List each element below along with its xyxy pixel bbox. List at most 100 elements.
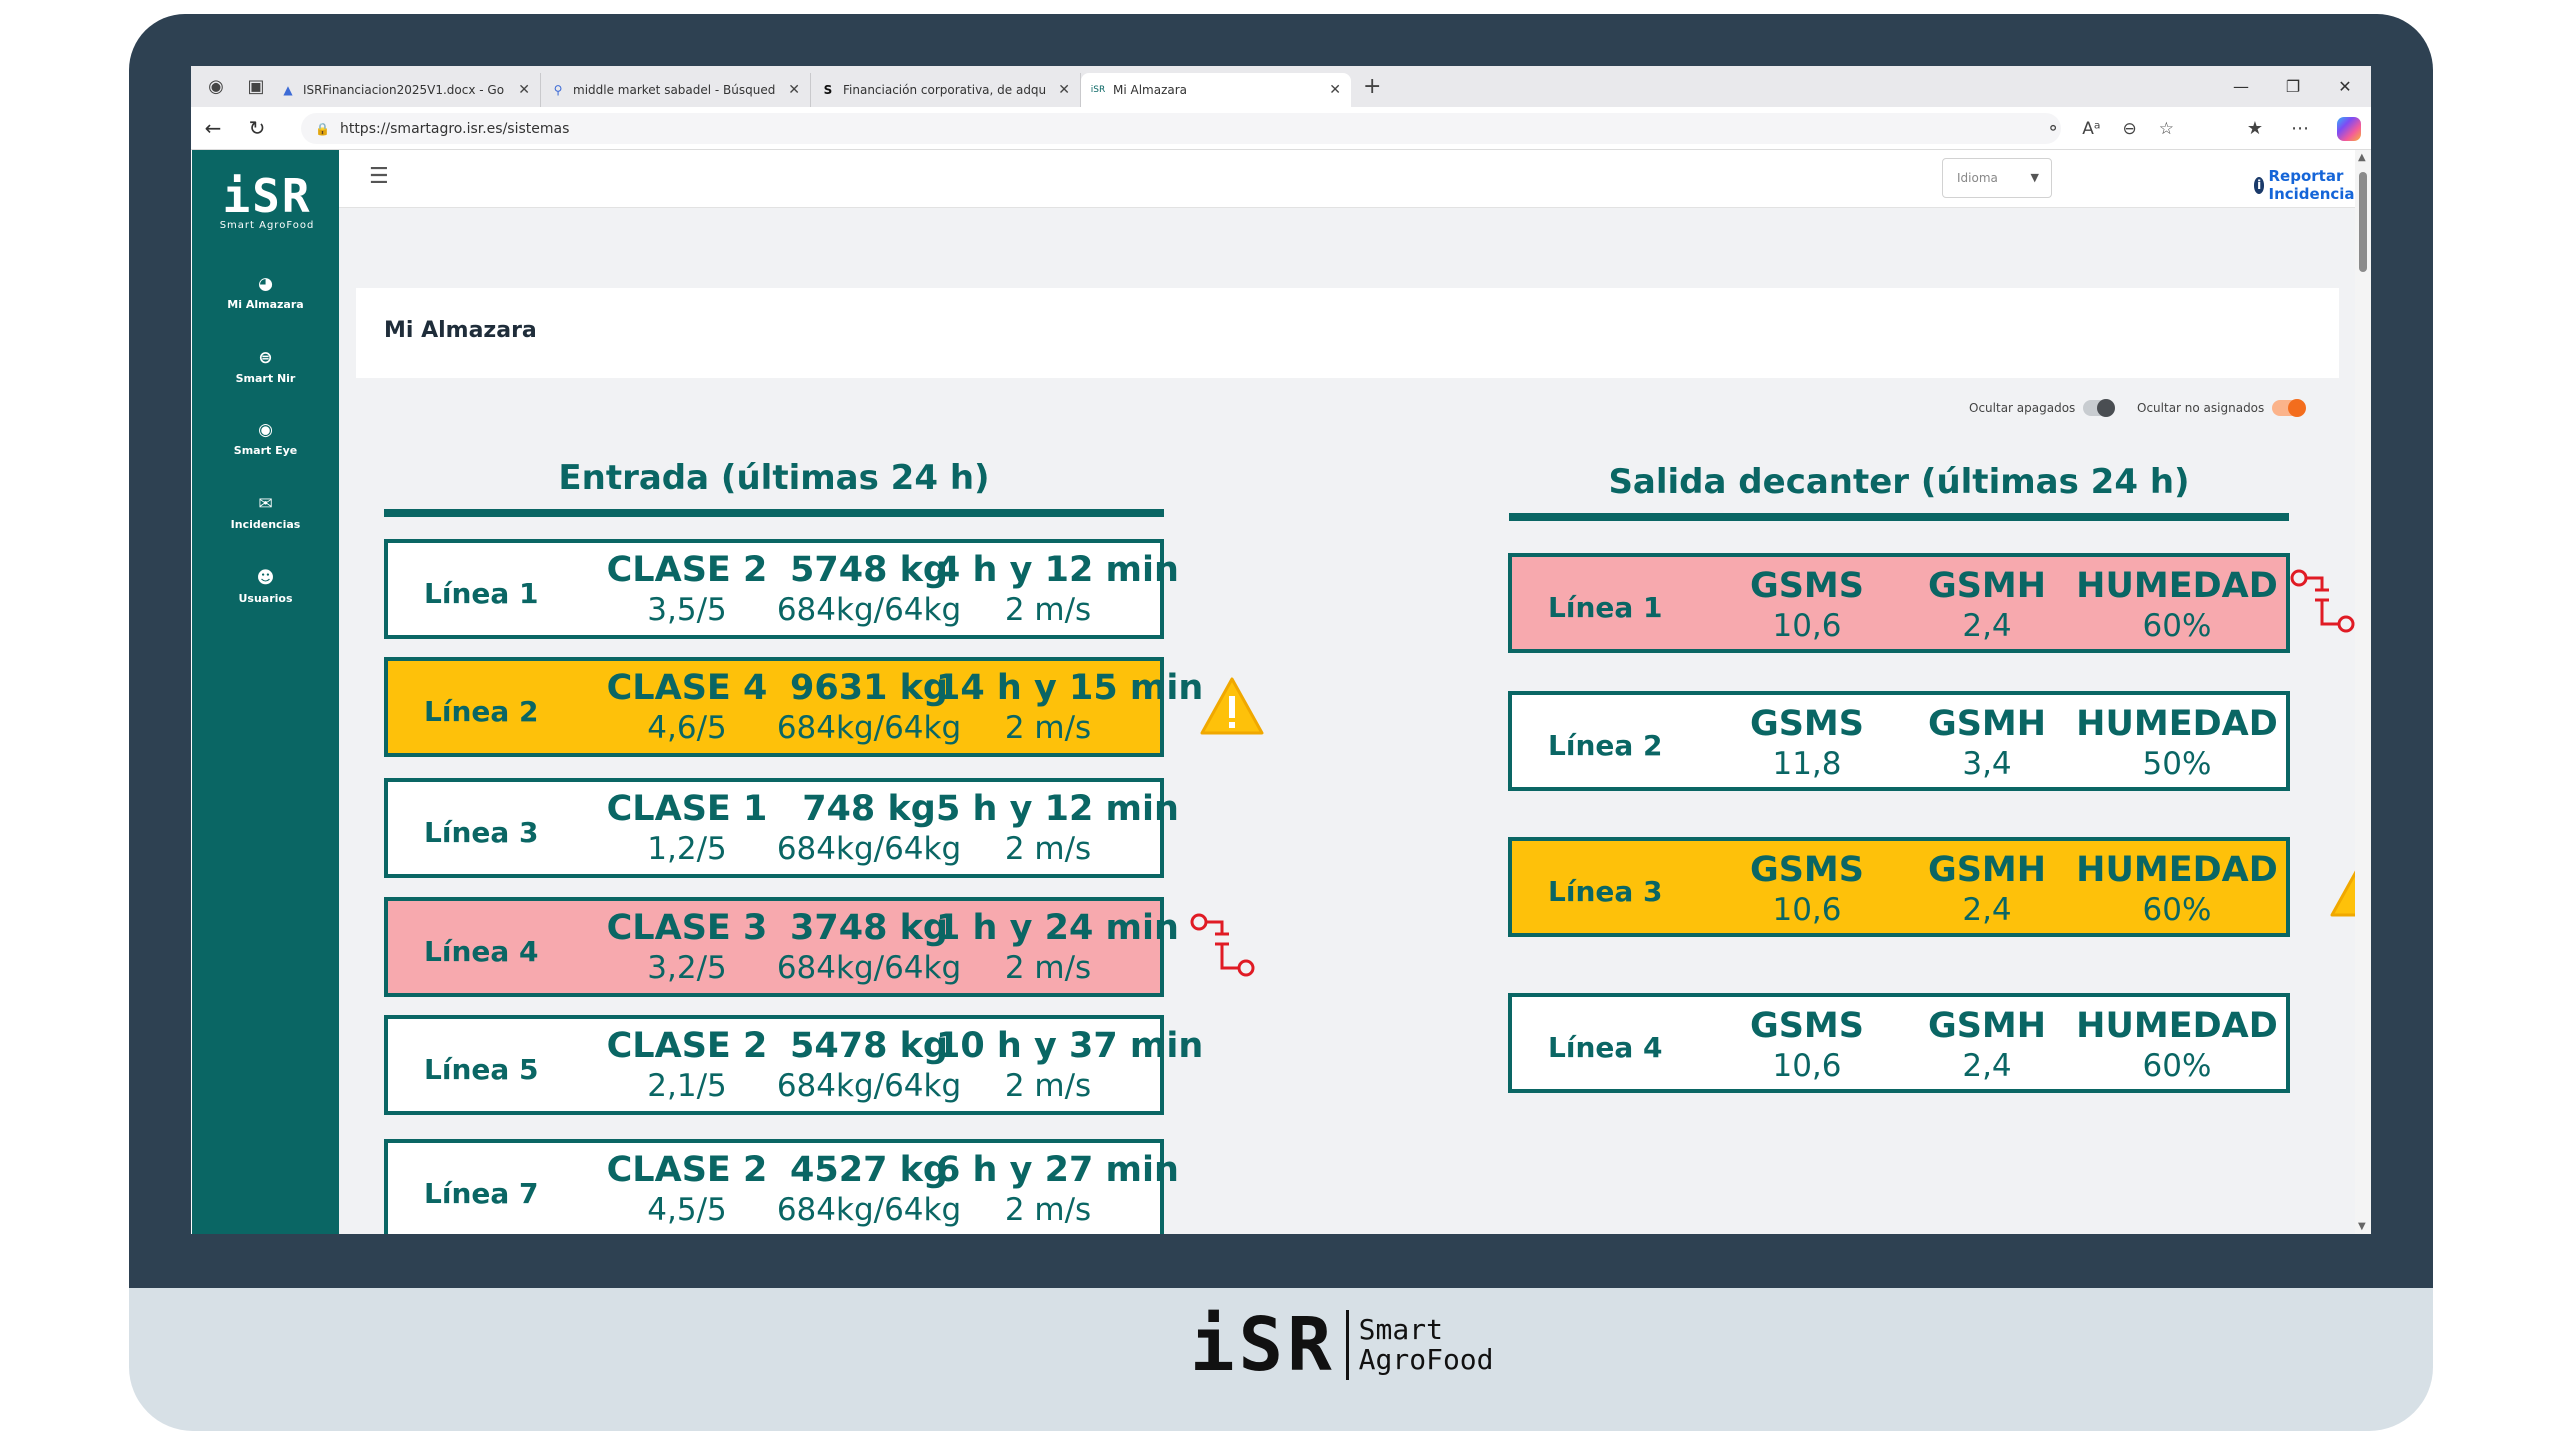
entrada-row[interactable]: Línea 7 CLASE 2 4,5/5 4527 kg 684kg/64kg 6… [384, 1139, 1179, 1234]
report-incident-link[interactable]: i Reportar Incidencia [2254, 167, 2371, 203]
copilot-icon[interactable] [2337, 116, 2361, 141]
scroll-down-icon[interactable]: ▼ [2358, 1221, 2366, 1232]
time-cell: 5 h y 12 min 2 m/s [936, 788, 1179, 868]
sidebar-item-usuarios[interactable]: ☻ Usuarios [192, 568, 339, 605]
browser-tabbar: ◉ ▣ ▲ ISRFinanciacion2025V1.docx - Go ✕ … [191, 66, 2371, 107]
url-field[interactable]: 🔒 https://smartagro.isr.es/sistemas [301, 113, 2061, 144]
gsms-value: 10,6 [1772, 1048, 1842, 1084]
tab-title: ISRFinanciacion2025V1.docx - Go [303, 83, 505, 97]
back-icon[interactable]: ← [191, 116, 235, 140]
gsms-label: GSMS [1750, 566, 1864, 606]
browser-tab-active[interactable]: iSR Mi Almazara ✕ [1081, 73, 1351, 107]
language-select[interactable]: Idioma ▼ [1942, 158, 2052, 198]
salida-row[interactable]: Línea 4 GSMS 10,6 GSMH 2,4 HUMEDAD 60% [1508, 993, 2290, 1093]
entrada-row[interactable]: Línea 1 CLASE 2 3,5/5 5748 kg 684kg/64kg 4… [384, 539, 1179, 639]
page-scrollbar[interactable]: ▲ ▼ [2355, 150, 2371, 1234]
key-icon[interactable]: ⚬ [2046, 119, 2060, 139]
drive-icon: ▲ [283, 83, 293, 97]
new-tab-icon[interactable]: + [1363, 74, 1381, 99]
toggle-knob [2097, 399, 2116, 417]
sidebar-item-mi-almazara[interactable]: ◕ Mi Almazara [192, 274, 339, 311]
salida-row[interactable]: Línea 2 GSMS 11,8 GSMH 3,4 HUMEDAD 50% [1508, 691, 2290, 791]
sidebar-item-smart-eye[interactable]: ◉ Smart Eye [192, 420, 339, 457]
time-value: 14 h y 15 min [936, 668, 1204, 708]
app-logo-mark: iSR [222, 169, 312, 223]
browser-tab[interactable]: ⚲ middle market sabadel - Búsqued ✕ [541, 73, 811, 107]
favorites-icon[interactable]: ★ [2247, 118, 2263, 139]
url-text: https://smartagro.isr.es/sistemas [339, 120, 570, 137]
humedad-cell: HUMEDAD 50% [2072, 703, 2282, 783]
salida-rule [1509, 513, 2289, 521]
close-tab-icon[interactable]: ✕ [518, 82, 530, 98]
read-aloud-icon[interactable]: Aᵃ [2082, 119, 2100, 139]
speed-value: 2 m/s [1004, 831, 1092, 867]
disconnected-icon[interactable] [1189, 910, 1259, 990]
sidebar-item-incidencias[interactable]: ✉ Incidencias [192, 494, 339, 531]
entrada-row[interactable]: Línea 3 CLASE 1 1,2/5 748 kg 684kg/64kg 5 … [384, 778, 1179, 878]
salida-row[interactable]: Línea 1 GSMS 10,6 GSMH 2,4 HUMEDAD 60% [1508, 553, 2290, 653]
app-logo[interactable]: iSR Smart AgroFood [215, 172, 319, 231]
toggle-switch[interactable] [2083, 399, 2116, 417]
more-icon[interactable]: ⋯ [2291, 118, 2309, 139]
profile-icon[interactable]: ◉ [201, 72, 231, 102]
refresh-icon[interactable]: ↻ [235, 116, 279, 140]
lock-icon: 🔒 [315, 121, 330, 136]
gsmh-label: GSMH [1927, 566, 2047, 606]
toggle-hide-unassigned[interactable]: Ocultar no asignados [2137, 399, 2307, 417]
tab-actions-icon[interactable]: ▣ [241, 72, 271, 102]
humedad-value: 60% [2142, 892, 2212, 928]
favorite-star-icon[interactable]: ☆ [2159, 119, 2174, 139]
url-actions: ⚬ Aᵃ ⊖ ☆ [2046, 107, 2174, 150]
close-window-icon[interactable]: ✕ [2319, 77, 2371, 96]
close-tab-icon[interactable]: ✕ [788, 82, 800, 98]
salida-title: Salida decanter (últimas 24 h) [1608, 462, 2190, 502]
browser-tab[interactable]: S Financiación corporativa, de adqu ✕ [811, 73, 1081, 107]
gsms-cell: GSMS 10,6 [1712, 849, 1902, 929]
chevron-down-icon: ▼ [2030, 171, 2039, 184]
time-cell: 6 h y 27 min 2 m/s [936, 1149, 1179, 1229]
humedad-label: HUMEDAD [2076, 566, 2278, 606]
app-logo-subtitle: Smart AgroFood [219, 220, 315, 231]
browser-tab[interactable]: ▲ ISRFinanciacion2025V1.docx - Go ✕ [271, 73, 541, 107]
eye-sensor-icon: ◉ [258, 420, 273, 440]
close-tab-icon[interactable]: ✕ [1329, 82, 1341, 98]
close-tab-icon[interactable]: ✕ [1058, 82, 1070, 98]
scroll-up-icon[interactable]: ▲ [2358, 152, 2366, 163]
humedad-value: 50% [2142, 746, 2212, 782]
footer-logo: iSR Smart AgroFood [1190, 1302, 1494, 1388]
language-select-value: Idioma [1957, 171, 1998, 185]
speed-value: 2 m/s [1004, 710, 1092, 746]
sidebar-item-label: Incidencias [230, 518, 301, 531]
sidebar-item-label: Smart Eye [233, 444, 298, 457]
entrada-row[interactable]: Línea 2 CLASE 4 4,6/5 9631 kg 684kg/64kg 1… [384, 657, 1204, 757]
time-cell: 14 h y 15 min 2 m/s [936, 667, 1204, 747]
salida-row[interactable]: Línea 3 GSMS 10,6 GSMH 2,4 HUMEDAD 60% [1508, 837, 2290, 937]
gsms-cell: GSMS 10,6 [1712, 1005, 1902, 1085]
menu-icon[interactable]: ☰ [369, 164, 389, 189]
toggle-switch[interactable] [2272, 399, 2307, 417]
gsmh-label: GSMH [1927, 850, 2047, 890]
warning-icon[interactable] [1199, 676, 1265, 736]
minimize-icon[interactable]: — [2215, 77, 2267, 96]
zoom-icon[interactable]: ⊖ [2123, 119, 2137, 139]
tab-title: middle market sabadel - Búsqued [573, 83, 776, 97]
sidebar-item-label: Mi Almazara [227, 298, 304, 311]
sidebar-item-smart-nir[interactable]: ⊜ Smart Nir [192, 348, 339, 385]
gsmh-value: 2,4 [1962, 1048, 2012, 1084]
gsms-value: 10,6 [1772, 608, 1842, 644]
window-controls: — ❐ ✕ [2215, 66, 2371, 107]
disconnected-icon[interactable] [2289, 566, 2359, 646]
toggle-hide-off[interactable]: Ocultar apagados [1969, 399, 2116, 417]
entrada-row[interactable]: Línea 4 CLASE 3 3,2/5 3748 kg 684kg/64kg 1… [384, 897, 1179, 997]
time-value: 1 h y 24 min [936, 908, 1179, 948]
restore-icon[interactable]: ❐ [2267, 77, 2319, 96]
humedad-label: HUMEDAD [2076, 850, 2278, 890]
screen: ◉ ▣ ▲ ISRFinanciacion2025V1.docx - Go ✕ … [191, 66, 2371, 1234]
entrada-row[interactable]: Línea 5 CLASE 2 2,1/5 5478 kg 684kg/64kg 1… [384, 1015, 1203, 1115]
gsmh-cell: GSMH 2,4 [1902, 1005, 2072, 1085]
sidebar-item-label: Usuarios [238, 592, 293, 605]
scroll-thumb[interactable] [2359, 172, 2367, 272]
sensor-icon: ⊜ [258, 348, 273, 368]
page-title: Mi Almazara [384, 318, 537, 343]
toggle-label: Ocultar apagados [1969, 401, 2076, 415]
